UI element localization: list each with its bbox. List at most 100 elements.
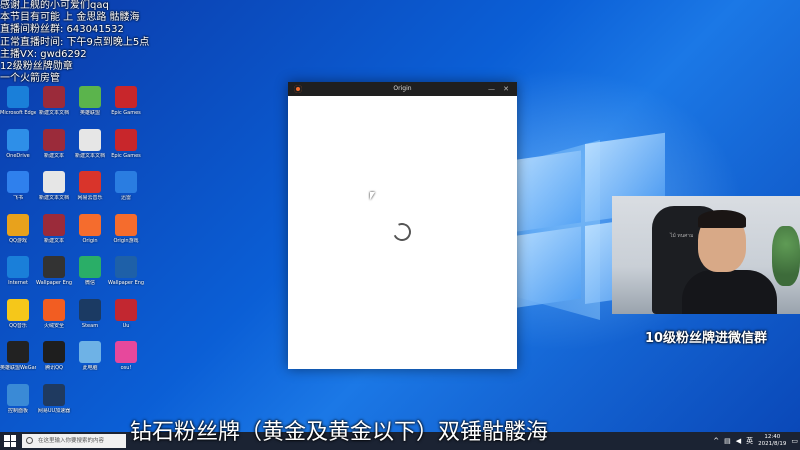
desktop-icon[interactable]: 英雄联盟WeGame [0,341,36,371]
onedrive-icon [7,128,29,151]
wechat-icon [79,256,101,278]
close-button[interactable]: ✕ [503,82,509,96]
mouse-cursor-icon [370,192,375,200]
desktop-icon-label: Microsoft Edge [0,110,36,116]
desktop-icon[interactable]: osu! [108,341,144,371]
desktop-icon[interactable]: Microsoft Edge [0,86,36,116]
qq-icon [43,341,65,363]
desktop-icon[interactable]: 网易UU加速器 [36,383,72,414]
desktop-icon[interactable]: OneDrive [0,128,36,159]
desktop-icon-label: 英雄联盟 [79,110,100,116]
desktop-icon[interactable]: 新建文本 [36,128,72,159]
desktop-icon-label: 飞书 [12,195,23,201]
desktop-icon[interactable]: 飞书 [0,171,36,201]
desktop-icon[interactable]: QQ音乐 [0,298,36,329]
ime-indicator[interactable]: 英 [746,436,753,446]
desktop-icon[interactable]: Epic Games [108,86,144,116]
desktop-icon[interactable]: 腾讯QQ [36,341,72,371]
file-icon [79,128,101,151]
desktop-icon-label: Origin [82,237,98,244]
desktop-icon[interactable]: Origin游戏 [108,213,144,244]
adobe-icon [115,86,137,108]
origin-titlebar[interactable]: Origin — ✕ [288,82,517,96]
adobe-icon [115,128,137,151]
overlay-line: 主播VX: gwd6292 [0,48,87,60]
stream-info-overlay: 感谢上舰的小可爱们qaq 本节目有可能 上 金思路 骷髅海 直播间粉丝群: 6430… [0,0,210,85]
overlay-line: 感谢上舰的小可爱们qaq [0,0,109,11]
ie-icon [7,256,29,278]
desktop-icon[interactable]: Uu [108,298,144,329]
origin-icon [115,213,137,236]
steam-icon [79,298,101,321]
desktop-icon[interactable]: 网易云音乐 [72,171,108,201]
plant [772,226,800,286]
taskbar-clock[interactable]: 12:40 2021/8/19 [758,434,786,448]
desktop-icon[interactable]: 迅雷 [108,171,144,201]
taskbar-search-input[interactable]: 在这里输入你要搜索的内容 [22,434,126,448]
desktop-icon-label: 火绒安全 [43,322,64,329]
desktop-icon-label: 新建文本文档 [38,110,69,116]
engine-icon [43,256,65,278]
osu-icon [115,341,137,363]
bottom-caption: 钻石粉丝牌（黄金及黄金以下）双锤骷髅海 [130,420,549,445]
desktop-icon-label: 新建文本 [43,152,64,159]
desktop-icon[interactable]: 火绒安全 [36,298,72,329]
qqmusic-icon [7,298,29,321]
chevron-up-icon[interactable]: ^ [713,437,719,445]
desktop-icon-label: Wallpaper Engine [108,280,144,286]
desktop-icon[interactable]: Wallpaper Engine [36,256,72,286]
feishu-icon [7,171,29,193]
computer-icon [79,341,101,363]
desktop-icon[interactable]: Wallpaper Engine [108,256,144,286]
fans-group-caption: 10级粉丝牌进微信群 [644,330,768,346]
edge-icon [7,86,29,108]
desktop-icon[interactable]: 此电脑 [72,341,108,371]
desktop-icon[interactable]: 英雄联盟 [72,86,108,116]
desktop-icon-label: 迅雷 [120,195,131,201]
start-button[interactable] [4,435,16,447]
volume-icon[interactable]: ◀ [736,437,741,445]
clock-time: 12:40 [764,434,781,440]
minimize-button[interactable]: — [488,82,495,96]
desktop-icon[interactable]: 新建文本 [36,213,72,244]
winrar-icon [43,213,65,236]
desktop-icon-label: Internet [8,280,28,286]
search-placeholder: 在这里输入你要搜索的内容 [38,438,105,444]
desktop-icon[interactable]: Internet [0,256,36,286]
overlay-line: 12级粉丝牌勋章 [0,61,73,73]
overlay-line: 正常直播时间: 下午9点到晚上5点 [0,36,150,48]
uu-icon [115,298,137,321]
desktop-icon[interactable]: Steam [72,298,108,329]
desktop-icon[interactable]: 微信 [72,256,108,286]
desktop-icon-label: 新建文本文档 [74,152,105,159]
origin-icon [79,213,101,236]
desktop-icon-label: 网易UU加速器 [37,407,71,414]
desktop-icon[interactable]: 新建文本文档 [36,86,72,116]
network-icon[interactable]: ▤ [724,437,731,445]
desktop-icon-label: 微信 [84,280,95,286]
overlay-line: 一个火箭房管 [0,73,60,85]
bilibili-icon [79,86,101,108]
desktop-icon[interactable]: Origin [72,213,108,244]
desktop-icon-label: Epic Games [111,152,141,159]
notification-icon[interactable]: ▭ [791,437,798,445]
desktop-icon[interactable]: 控制面板 [0,383,36,414]
desktop-icon-label: 网易云音乐 [77,195,103,201]
uu-icon [43,383,65,406]
desktop-icon-label: Uu [122,322,130,329]
huorong-icon [43,298,65,321]
xunlei-icon [115,171,137,193]
desktop-icon[interactable]: 新建文本文档 [72,128,108,159]
origin-window[interactable]: Origin — ✕ [288,82,517,369]
desktop-icon-label: 新建文本 [43,237,64,244]
desktop-icon[interactable]: 新建文本文档 [36,171,72,201]
clock-date: 2021/8/19 [758,441,787,447]
desktop-icon-label: Wallpaper Engine [36,280,72,286]
desktop-icon[interactable]: Epic Games [108,128,144,159]
desktop-icon-label: 控制面板 [7,407,28,414]
desktop-icon-label: Steam [81,322,99,329]
wegame-icon [7,341,29,363]
webcam-feed: ไม้ ทนศาม [612,196,800,314]
desktop-icon[interactable]: QQ游戏 [0,213,36,244]
desktop-icon-label: 此电脑 [82,365,98,371]
